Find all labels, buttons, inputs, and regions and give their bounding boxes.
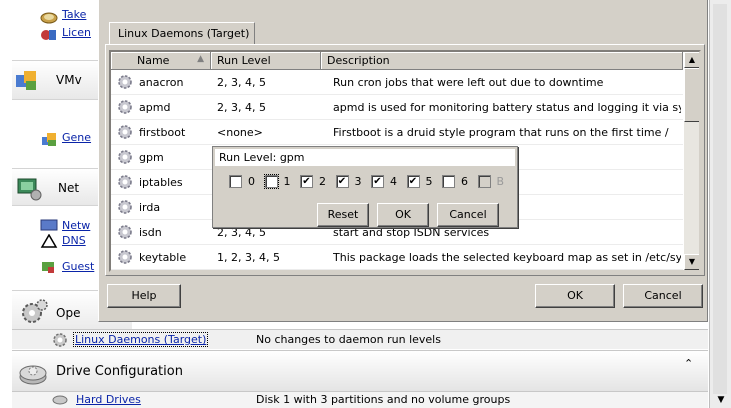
run-level-label: 5 [425,175,433,188]
hard-drive-icon [52,395,68,405]
section-title-vm: VMv [56,73,82,87]
network-icon [17,178,42,201]
scroll-down-icon[interactable]: ▼ [684,254,699,270]
hard-drives-row: Hard Drives Disk 1 with 3 partitions and… [12,392,708,408]
gear-icon [118,100,132,114]
gear-icon [118,225,132,239]
daemon-name: iptables [139,176,183,189]
run-level-checkbox[interactable] [229,175,242,188]
link-guest[interactable]: Guest [62,260,94,273]
run-level-checkbox[interactable]: ✔ [300,175,313,188]
daemon-name: apmd [139,101,171,114]
link-netw[interactable]: Netw [62,219,90,232]
daemon-description: This package loads the selected keyboard… [333,251,681,264]
column-header-run-level[interactable]: Run Level [211,52,321,70]
gear-icon [53,333,67,347]
daemon-name: anacron [139,76,184,89]
popup-title: Run Level: gpm [215,149,515,166]
daemon-name: gpm [139,151,164,164]
section-title-net: Net [58,181,80,195]
section-drive-configuration[interactable]: Drive Configuration ⌃ [12,350,708,392]
gear-icon [118,125,132,139]
gears-icon [22,299,48,323]
run-level-label: B [496,175,505,188]
table-row[interactable]: firstboot <none> Firstboot is a druid styl… [111,120,683,145]
page-scrollbar[interactable]: ▼ [709,0,731,408]
linux-daemons-link[interactable]: Linux Daemons (Target) [72,332,209,347]
run-level-label: 1 [283,175,291,188]
daemon-name: irda [139,201,161,214]
table-row[interactable]: anacron 2, 3, 4, 5 Run cron jobs that were… [111,70,683,95]
hard-drives-link[interactable]: Hard Drives [76,393,141,406]
run-level-label: 3 [354,175,362,188]
drive-config-title: Drive Configuration [56,364,183,379]
popup-ok-button[interactable]: OK [377,203,429,227]
run-level-checkbox[interactable]: ✔ [335,175,349,188]
column-name-label: Name [137,54,170,67]
daemon-status-text: No changes to daemon run levels [256,333,441,346]
hard-drives-status: Disk 1 with 3 partitions and no volume g… [256,393,511,406]
gear-icon [118,150,132,164]
daemon-run-level: 2, 3, 4, 5 [217,76,266,89]
general-icon [42,133,56,146]
ok-button[interactable]: OK [535,284,615,308]
run-level-checkbox[interactable] [263,174,279,189]
run-level-checkbox [477,175,491,188]
table-scrollbar[interactable]: ▲ ▼ [683,52,699,270]
sort-asc-icon: ▲ [197,54,204,64]
run-level-checkbox[interactable]: ✔ [371,175,384,188]
cancel-button[interactable]: Cancel [623,284,703,308]
link-licen[interactable]: Licen [62,26,91,39]
gear-icon [118,250,132,264]
license-icon [41,30,56,40]
daemon-run-level: <none> [217,126,263,139]
link-gene[interactable]: Gene [62,131,91,144]
column-header-description[interactable]: Description [321,52,683,70]
guest-icon [42,262,54,273]
help-button[interactable]: Help [107,284,181,308]
daemon-status-row: Linux Daemons (Target) No changes to dae… [12,329,708,349]
daemon-name: keytable [139,251,187,264]
daemon-run-level: 1, 2, 3, 4, 5 [217,251,280,264]
vmware-icon [16,71,36,90]
collapse-icon[interactable]: ⌃ [684,357,693,370]
link-dns[interactable]: DNS [62,234,86,247]
network-adapter-icon [40,219,58,231]
daemon-name: isdn [139,226,162,239]
gear-icon [118,200,132,214]
table-row[interactable]: keytable 1, 2, 3, 4, 5 This package loads … [111,245,683,270]
run-level-checkbox[interactable]: ✔ [406,175,420,188]
scroll-down-icon[interactable]: ▼ [714,394,728,406]
run-level-label: 6 [461,175,468,188]
run-level-label: 0 [248,175,255,188]
daemon-description: apmd is used for monitoring battery stat… [333,101,681,114]
reset-button[interactable]: Reset [317,203,369,227]
run-level-label: 2 [319,175,326,188]
daemon-run-level: 2, 3, 4, 5 [217,101,266,114]
table-scroll-thumb[interactable] [684,68,699,122]
dns-icon [40,234,58,248]
link-take[interactable]: Take [62,8,86,21]
daemon-name: firstboot [139,126,186,139]
run-level-popup: Run Level: gpm 0 1 ✔ 2 ✔ 3 ✔ 4 ✔ 5 6 B Reset OK Can… [212,146,518,228]
section-title-ope: Ope [56,306,81,320]
table-row[interactable]: apmd 2, 3, 4, 5 apmd is used for monitorin… [111,95,683,120]
tab-linux-daemons[interactable]: Linux Daemons (Target) [109,22,255,44]
scroll-up-icon[interactable]: ▲ [684,52,699,68]
disc-icon [40,12,58,24]
run-level-checkbox[interactable] [442,175,455,188]
drive-icon [19,365,47,385]
daemon-description: Firstboot is a druid style program that … [333,126,669,139]
page-scroll-thumb[interactable] [713,4,727,394]
popup-cancel-button[interactable]: Cancel [437,203,499,227]
column-header-name[interactable]: Name ▲ [111,52,211,70]
run-level-label: 4 [390,175,397,188]
daemon-description: Run cron jobs that were left out due to … [333,76,604,89]
gear-icon [118,175,132,189]
gear-icon [118,75,132,89]
